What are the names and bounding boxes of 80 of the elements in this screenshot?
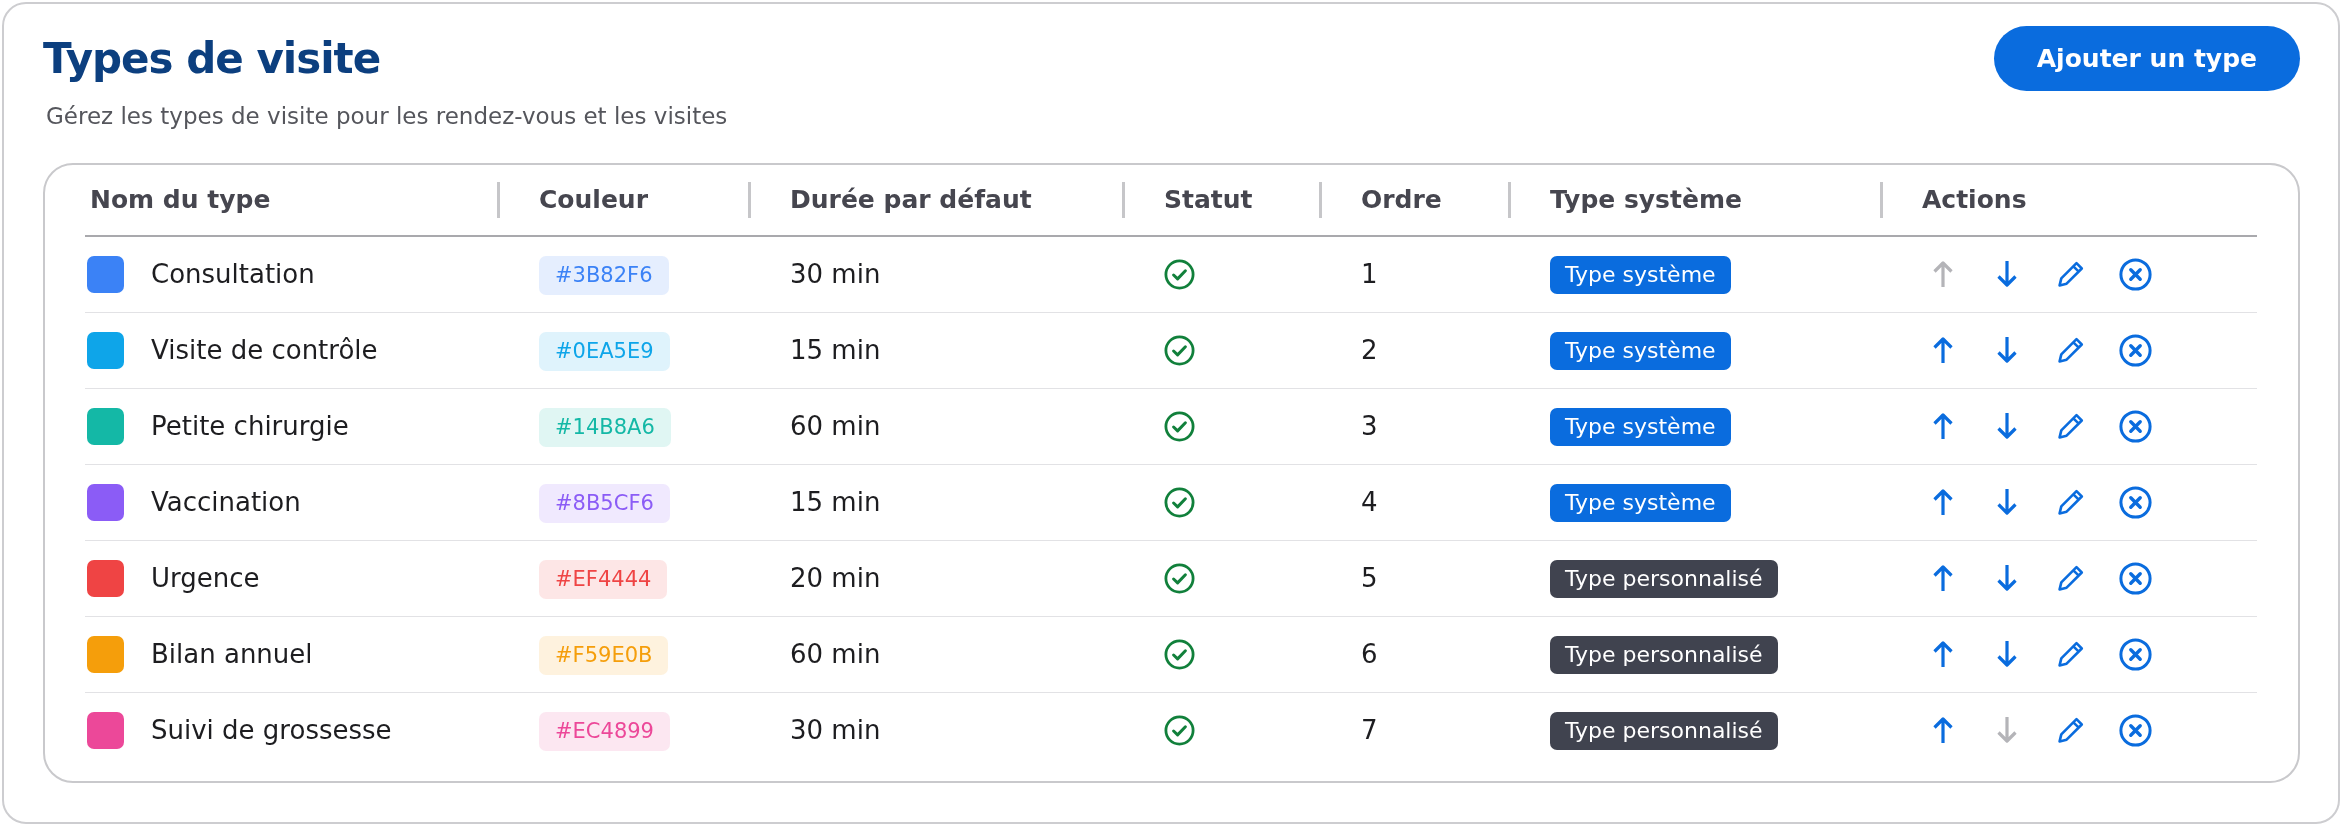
custom-type-badge: Type personnalisé — [1550, 636, 1778, 674]
arrow-down-icon — [1996, 488, 2018, 516]
duration-text: 30 min — [790, 258, 881, 289]
duration-text: 15 min — [790, 334, 881, 365]
color-code-tag: #F59E0B — [539, 635, 669, 675]
custom-type-badge: Type personnalisé — [1550, 560, 1778, 598]
type-name: Consultation — [151, 257, 315, 291]
type-name: Urgence — [151, 561, 260, 595]
arrow-up-icon — [1932, 564, 1954, 592]
custom-type-badge: Type personnalisé — [1550, 712, 1778, 751]
pencil-icon — [2057, 260, 2085, 289]
duration-text: 60 min — [790, 638, 881, 669]
column-header: Nom du type — [90, 184, 271, 217]
column-header: Durée par défaut — [790, 184, 1032, 217]
arrow-down-icon — [1996, 336, 2018, 364]
close-circle-icon — [2118, 257, 2152, 291]
system-type-badge: Type système — [1550, 332, 1731, 370]
delete-button[interactable] — [2116, 559, 2154, 597]
close-circle-icon — [2118, 561, 2152, 595]
color-code-tag: #3B82F6 — [539, 255, 669, 295]
delete-button[interactable] — [2116, 635, 2154, 673]
column-header: Couleur — [539, 184, 648, 217]
duration-text: 15 min — [790, 486, 881, 517]
close-circle-icon — [2118, 333, 2152, 367]
arrow-up-icon — [1932, 336, 1954, 364]
color-code-tag: #0EA5E9 — [539, 331, 670, 371]
duration-text: 60 min — [790, 410, 881, 441]
arrow-down-icon — [1996, 412, 2018, 440]
pencil-icon — [2057, 564, 2085, 592]
order-number: 4 — [1361, 486, 1378, 517]
delete-button[interactable] — [2116, 331, 2154, 369]
pencil-icon — [2057, 716, 2085, 745]
delete-button[interactable] — [2116, 483, 2154, 521]
column-header: Ordre — [1361, 184, 1442, 217]
arrow-up-icon — [1932, 260, 1954, 289]
pencil-icon — [2057, 412, 2085, 440]
type-name: Bilan annuel — [151, 637, 313, 671]
pencil-icon — [2057, 488, 2085, 516]
page-subtitle: Gérez les types de visite pour les rendez-vous et les visites — [46, 102, 728, 131]
duration-text: 20 min — [790, 562, 881, 593]
column-header: Type système — [1550, 184, 1742, 217]
system-type-badge: Type système — [1550, 256, 1731, 295]
delete-button[interactable] — [2116, 255, 2154, 294]
system-type-badge: Type système — [1550, 484, 1731, 522]
page-title: Types de visite — [43, 34, 382, 84]
type-name: Vaccination — [151, 485, 301, 519]
arrow-down-icon — [1996, 716, 2018, 745]
duration-text: 30 min — [790, 714, 881, 745]
order-number: 7 — [1361, 714, 1378, 745]
close-circle-icon — [2118, 409, 2152, 443]
column-header: Actions — [1922, 184, 2027, 217]
color-code-tag: #14B8A6 — [539, 407, 671, 447]
order-number: 3 — [1361, 410, 1378, 441]
type-name: Suivi de grossesse — [151, 713, 392, 747]
arrow-down-icon — [1996, 640, 2018, 668]
pencil-icon — [2057, 640, 2085, 668]
close-circle-icon — [2118, 637, 2152, 671]
type-name: Visite de contrôle — [151, 333, 378, 367]
delete-button[interactable] — [2116, 711, 2154, 750]
add-type-button[interactable]: Ajouter un type — [1993, 26, 2300, 91]
arrow-up-icon — [1932, 640, 1954, 668]
arrow-down-icon — [1996, 564, 2018, 592]
order-number: 6 — [1361, 638, 1378, 669]
close-circle-icon — [2118, 713, 2152, 747]
arrow-up-icon — [1932, 716, 1954, 745]
color-code-tag: #EF4444 — [539, 559, 668, 599]
arrow-down-icon — [1996, 260, 2018, 289]
pencil-icon — [2057, 336, 2085, 364]
arrow-up-icon — [1932, 412, 1954, 440]
color-code-tag: #8B5CF6 — [539, 483, 670, 523]
order-number: 2 — [1361, 334, 1378, 365]
order-number: 1 — [1361, 258, 1378, 289]
system-type-badge: Type système — [1550, 408, 1731, 446]
close-circle-icon — [2118, 485, 2152, 519]
column-header: Statut — [1164, 184, 1253, 217]
order-number: 5 — [1361, 562, 1378, 593]
type-name: Petite chirurgie — [151, 409, 349, 443]
color-code-tag: #EC4899 — [539, 711, 670, 751]
delete-button[interactable] — [2116, 407, 2154, 445]
arrow-up-icon — [1932, 488, 1954, 516]
